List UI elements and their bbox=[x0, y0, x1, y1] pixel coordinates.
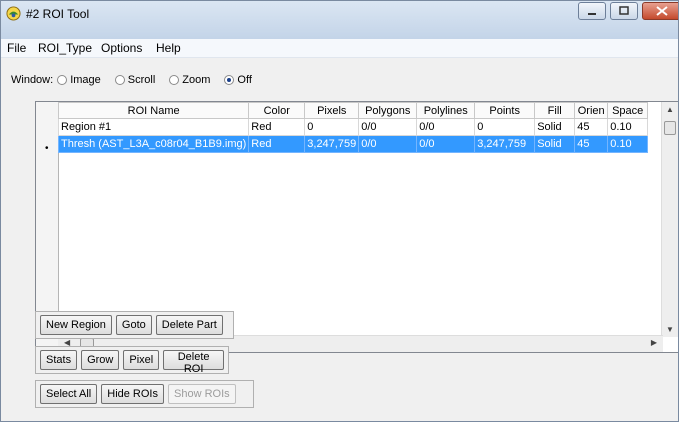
radio-zoom-dot bbox=[169, 75, 180, 85]
cell-polylines: 0/0 bbox=[416, 135, 476, 153]
close-button[interactable] bbox=[642, 2, 678, 20]
cell-fill[interactable]: Solid bbox=[534, 118, 576, 136]
roi-grid: ROI Name Color Pixels Polygons Polylines… bbox=[57, 102, 649, 153]
menu-roi-type[interactable]: ROI_Type bbox=[38, 41, 92, 55]
roi-action-button-group: Stats Grow Pixel Delete ROI bbox=[35, 346, 229, 375]
cell-polygons: 0/0 bbox=[358, 135, 418, 153]
col-header-orien[interactable]: Orien bbox=[574, 102, 609, 119]
cell-orien[interactable]: 45 bbox=[574, 135, 609, 153]
radio-image[interactable]: Image bbox=[57, 74, 101, 86]
pixel-button[interactable]: Pixel bbox=[123, 350, 160, 370]
region-button-group: New Region Goto Delete Part bbox=[35, 311, 234, 339]
cell-roi-name[interactable]: Region #1 bbox=[57, 118, 250, 136]
cell-space[interactable]: 0.10 bbox=[607, 135, 649, 153]
envi-app-icon bbox=[6, 6, 21, 21]
grow-button[interactable]: Grow bbox=[81, 350, 120, 370]
minimize-button[interactable] bbox=[578, 2, 606, 20]
cell-points: 3,247,759 bbox=[474, 135, 536, 153]
maximize-button[interactable] bbox=[610, 2, 638, 20]
col-header-pixels[interactable]: Pixels bbox=[304, 102, 360, 119]
radio-zoom-label: Zoom bbox=[182, 74, 211, 86]
roi-tool-window: #2 ROI Tool File ROI_Type Options Help W… bbox=[0, 0, 679, 422]
cell-pixels: 0 bbox=[304, 118, 360, 136]
radio-image-dot bbox=[57, 75, 68, 85]
col-header-polylines[interactable]: Polylines bbox=[416, 102, 476, 119]
stats-button[interactable]: Stats bbox=[40, 350, 78, 370]
title-bar: #2 ROI Tool bbox=[1, 1, 678, 39]
minimize-icon bbox=[588, 13, 596, 15]
menu-options[interactable]: Options bbox=[101, 41, 142, 55]
close-icon bbox=[656, 6, 668, 16]
roi-tool-body: Window: Image Scroll Zoom Off • ROI Name… bbox=[8, 59, 678, 417]
col-header-fill[interactable]: Fill bbox=[534, 102, 576, 119]
radio-scroll-label: Scroll bbox=[127, 74, 156, 86]
vertical-scrollbar[interactable]: ▲ ▼ bbox=[661, 102, 678, 337]
menu-file[interactable]: File bbox=[7, 41, 26, 55]
scroll-up-icon[interactable]: ▲ bbox=[666, 105, 674, 114]
scroll-down-icon[interactable]: ▼ bbox=[666, 325, 674, 334]
maximize-icon bbox=[619, 6, 629, 15]
col-header-space[interactable]: Space bbox=[607, 102, 649, 119]
new-region-button[interactable]: New Region bbox=[40, 315, 112, 335]
delete-part-button[interactable]: Delete Part bbox=[155, 315, 223, 335]
vertical-scroll-thumb[interactable] bbox=[664, 121, 676, 135]
radio-image-label: Image bbox=[70, 74, 101, 86]
menu-help[interactable]: Help bbox=[156, 41, 181, 55]
col-header-points[interactable]: Points bbox=[474, 102, 536, 119]
cell-color[interactable]: Red bbox=[248, 118, 306, 136]
cell-roi-name[interactable]: Thresh (AST_L3A_c08r04_B1B9.img) bbox=[57, 135, 250, 153]
col-header-polygons[interactable]: Polygons bbox=[358, 102, 418, 119]
show-rois-button[interactable]: Show ROIs bbox=[168, 384, 236, 404]
col-header-color[interactable]: Color bbox=[248, 102, 306, 119]
table-row-selected[interactable]: Thresh (AST_L3A_c08r04_B1B9.img) Red 3,2… bbox=[57, 135, 649, 153]
cell-space[interactable]: 0.10 bbox=[607, 118, 649, 136]
radio-off-dot bbox=[224, 75, 235, 85]
cell-pixels: 3,247,759 bbox=[304, 135, 360, 153]
window-controls bbox=[578, 2, 678, 22]
cell-orien[interactable]: 45 bbox=[574, 118, 609, 136]
radio-off[interactable]: Off bbox=[224, 74, 252, 86]
window-mode-selector: Window: Image Scroll Zoom Off bbox=[11, 74, 266, 86]
table-header-row: ROI Name Color Pixels Polygons Polylines… bbox=[57, 102, 649, 119]
current-row-marker: • bbox=[45, 143, 49, 154]
cell-polylines: 0/0 bbox=[416, 118, 476, 136]
window-title: #2 ROI Tool bbox=[26, 7, 90, 21]
window-mode-label: Window: bbox=[11, 74, 54, 86]
menu-bar: File ROI_Type Options Help bbox=[1, 39, 678, 58]
delete-roi-button[interactable]: Delete ROI bbox=[163, 350, 224, 375]
visibility-button-group: Select All Hide ROIs Show ROIs bbox=[35, 380, 254, 408]
hide-rois-button[interactable]: Hide ROIs bbox=[101, 384, 164, 404]
radio-off-label: Off bbox=[237, 74, 252, 86]
radio-scroll[interactable]: Scroll bbox=[114, 74, 156, 86]
goto-button[interactable]: Goto bbox=[115, 315, 152, 335]
radio-scroll-dot bbox=[114, 75, 125, 85]
cell-polygons: 0/0 bbox=[358, 118, 418, 136]
radio-zoom[interactable]: Zoom bbox=[169, 74, 210, 86]
scroll-right-icon[interactable]: ▶ bbox=[651, 338, 657, 347]
select-all-button[interactable]: Select All bbox=[40, 384, 98, 404]
cell-color[interactable]: Red bbox=[248, 135, 306, 153]
cell-fill[interactable]: Solid bbox=[534, 135, 576, 153]
cell-points: 0 bbox=[474, 118, 536, 136]
col-header-roi-name[interactable]: ROI Name bbox=[57, 102, 250, 119]
table-row[interactable]: Region #1 Red 0 0/0 0/0 0 Solid 45 0.10 bbox=[57, 118, 649, 136]
